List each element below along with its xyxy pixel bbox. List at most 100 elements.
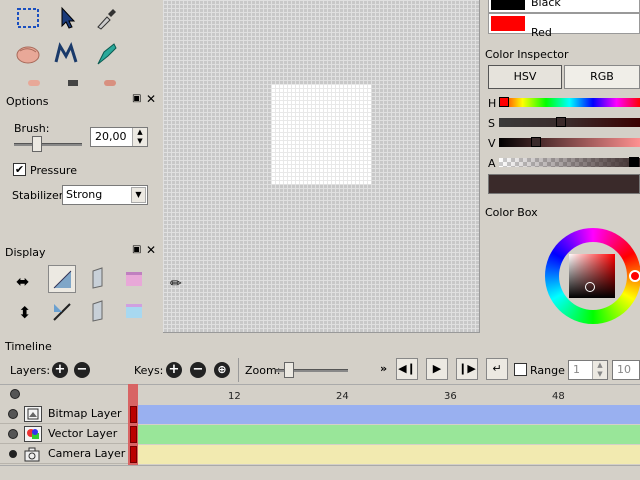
camera-layer-icon	[24, 446, 42, 462]
pressure-checkbox[interactable]: ✔	[13, 163, 26, 176]
brush-slider-handle[interactable]	[32, 136, 42, 152]
eraser-icon[interactable]	[28, 80, 40, 86]
layer-row-vector[interactable]: Vector Layer	[0, 424, 128, 444]
range-label: Range	[530, 364, 565, 377]
onion-next-icon[interactable]	[126, 304, 142, 318]
brush-label: Brush:	[14, 122, 50, 135]
keyframe[interactable]	[130, 426, 137, 443]
alpha-label: A	[488, 157, 496, 170]
mirror-icon[interactable]	[90, 300, 106, 325]
range-end-spinbox[interactable]: 10	[612, 360, 640, 380]
color-list-item[interactable]: Black	[488, 0, 640, 13]
range-start-spinbox[interactable]: 1 ▲ ▼	[568, 360, 608, 380]
saturation-slider[interactable]	[499, 117, 640, 127]
keys-label: Keys:	[134, 364, 164, 377]
float-panel-icon[interactable]: ▣	[132, 244, 141, 255]
value-slider[interactable]	[499, 137, 640, 147]
value-thumb[interactable]	[531, 137, 541, 147]
bitmap-layer-icon	[24, 406, 42, 422]
close-icon[interactable]: ✕	[146, 243, 156, 257]
range-start-value: 1	[573, 363, 580, 376]
layer-name: Camera Layer	[48, 447, 126, 460]
brush-slider-track[interactable]	[14, 143, 82, 146]
onion-prev-icon[interactable]	[126, 272, 142, 286]
loop-button[interactable]: ↵	[486, 358, 508, 380]
close-icon[interactable]: ✕	[146, 92, 156, 106]
float-panel-icon[interactable]: ▣	[132, 93, 141, 104]
color-wheel[interactable]	[545, 228, 640, 326]
layer-row-camera[interactable]: Camera Layer	[0, 444, 128, 464]
more-icon[interactable]: »	[380, 362, 387, 375]
layer-row-bitmap[interactable]: Bitmap Layer	[0, 404, 128, 424]
visibility-icon[interactable]	[8, 409, 18, 419]
tab-hsv[interactable]: HSV	[488, 65, 562, 89]
thin-lines-icon[interactable]	[52, 302, 72, 325]
onion-skin-button[interactable]	[48, 265, 76, 293]
vector-layer-icon	[24, 426, 42, 442]
color-name: Red	[531, 26, 552, 39]
visibility-icon[interactable]	[8, 429, 18, 439]
select-icon[interactable]	[10, 2, 46, 34]
brush-size-spinbox[interactable]: 20,00 ▲ ▼	[90, 127, 148, 147]
layer-track-bitmap[interactable]	[138, 405, 640, 424]
frame-ruler[interactable]	[0, 384, 640, 404]
hue-slider[interactable]	[499, 97, 640, 107]
visibility-all-icon[interactable]	[10, 389, 20, 399]
frame-number: 48	[552, 391, 565, 402]
pressure-label: Pressure	[30, 164, 77, 177]
tools-panel	[0, 0, 160, 90]
current-color-preview	[488, 174, 640, 194]
pointer-icon[interactable]	[48, 2, 84, 34]
smudge-icon[interactable]	[48, 38, 84, 70]
remove-layer-button[interactable]: −	[74, 362, 90, 378]
layer-name: Vector Layer	[48, 427, 118, 440]
zoom-slider-handle[interactable]	[284, 362, 294, 378]
jump-end-button[interactable]: ❙▶	[456, 358, 478, 380]
alpha-slider[interactable]	[499, 157, 640, 167]
stabilizer-select[interactable]: Strong ▼	[62, 185, 148, 205]
layer-track-vector[interactable]	[138, 425, 640, 444]
pen-icon[interactable]	[88, 38, 124, 70]
add-layer-button[interactable]: +	[52, 362, 68, 378]
spin-arrows[interactable]: ▲ ▼	[132, 128, 147, 146]
saturation-thumb[interactable]	[556, 117, 566, 127]
tab-rgb[interactable]: RGB	[564, 65, 640, 89]
flip-vertical-icon[interactable]: ⬍	[18, 303, 31, 322]
bucket-icon[interactable]	[68, 80, 78, 86]
hue-thumb[interactable]	[499, 97, 509, 107]
stabilizer-label: Stabilizer	[12, 189, 64, 202]
canvas-page[interactable]	[271, 84, 371, 184]
color-name: Black	[531, 0, 561, 9]
hue-label: H	[488, 97, 497, 110]
jump-start-button[interactable]: ◀❙	[396, 358, 418, 380]
value-label: V	[488, 137, 496, 150]
color-square-cursor[interactable]	[585, 282, 595, 292]
play-button[interactable]: ▶	[426, 358, 448, 380]
stabilizer-value: Strong	[66, 188, 103, 201]
remove-key-button[interactable]: −	[190, 362, 206, 378]
brush-size-value: 20,00	[95, 130, 127, 143]
color-inspector-title: Color Inspector	[485, 48, 569, 61]
hand-icon[interactable]	[10, 38, 46, 70]
range-checkbox[interactable]	[514, 363, 527, 376]
outlines-icon[interactable]	[90, 267, 106, 292]
spin-arrows[interactable]: ▲ ▼	[592, 361, 607, 379]
eyedropper-icon[interactable]	[88, 2, 124, 34]
keyframe[interactable]	[130, 446, 137, 463]
color-list-item[interactable]: Red	[488, 13, 640, 39]
drawing-canvas[interactable]	[163, 0, 480, 333]
visibility-icon[interactable]	[9, 450, 17, 458]
duplicate-key-button[interactable]: ⊕	[214, 362, 230, 378]
alpha-thumb[interactable]	[629, 157, 639, 167]
color-swatch	[491, 16, 525, 31]
hue-ring-cursor[interactable]	[629, 270, 640, 282]
layer-track-camera[interactable]	[138, 445, 640, 464]
separator	[238, 358, 239, 382]
flip-horizontal-icon[interactable]: ⬌	[16, 272, 29, 291]
pencil-cursor-icon: ✏	[170, 276, 182, 292]
keyframe[interactable]	[130, 406, 137, 423]
add-key-button[interactable]: +	[166, 362, 182, 378]
brush-icon[interactable]	[104, 80, 116, 86]
layers-label: Layers:	[10, 364, 51, 377]
options-title: Options	[6, 95, 49, 108]
